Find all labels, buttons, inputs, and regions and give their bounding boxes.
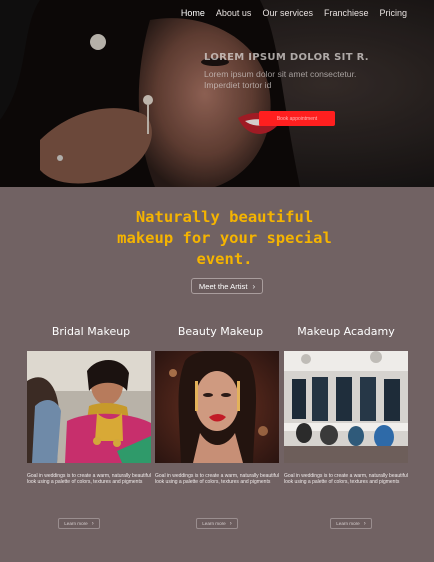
makeup-academy-photo	[284, 351, 408, 463]
chevron-right-icon: ›	[252, 281, 256, 291]
chevron-right-icon: ›	[229, 520, 232, 527]
book-appointment-button[interactable]: Book appointment	[259, 111, 335, 126]
page-headline: Naturally beautiful makeup for your spec…	[117, 208, 332, 268]
service-title-bridal: Bridal Makeup	[51, 325, 131, 338]
meet-the-artist-button[interactable]: Meet the Artist ›	[191, 278, 263, 294]
bridal-makeup-photo	[27, 351, 151, 463]
top-navigation: Home About us Our services Franchiese Pr…	[170, 8, 407, 18]
chevron-right-icon: ›	[91, 520, 94, 527]
hero-banner: Home About us Our services Franchiese Pr…	[0, 0, 434, 187]
service-description-academy: Goal in weddings is to create a warm, na…	[284, 473, 408, 485]
learn-more-button-bridal[interactable]: Learn more ›	[58, 518, 100, 529]
hero-subtitle: Lorem ipsum dolor sit amet consectetur. …	[204, 69, 357, 90]
meet-the-artist-label: Meet the Artist	[198, 281, 248, 291]
nav-about-us[interactable]: About us	[216, 8, 252, 18]
nav-our-services[interactable]: Our services	[262, 8, 313, 18]
hero-overlay	[0, 0, 434, 187]
hero-title: LOREM IPSUM DOLOR SIT R.	[204, 52, 369, 63]
learn-more-button-academy[interactable]: Learn more ›	[330, 518, 372, 529]
learn-more-button-beauty[interactable]: Learn more ›	[196, 518, 238, 529]
learn-more-label: Learn more	[202, 521, 226, 526]
service-title-beauty: Beauty Makeup	[177, 325, 264, 338]
nav-pricing[interactable]: Pricing	[379, 8, 407, 18]
service-description-bridal: Goal in weddings is to create a warm, na…	[27, 473, 151, 485]
learn-more-label: Learn more	[336, 521, 360, 526]
nav-home[interactable]: Home	[181, 8, 205, 18]
service-title-academy: Makeup Acadamy	[297, 325, 395, 338]
chevron-right-icon: ›	[363, 520, 366, 527]
service-description-beauty: Goal in weddings is to create a warm, na…	[155, 473, 279, 485]
learn-more-label: Learn more	[64, 521, 88, 526]
nav-franchiese[interactable]: Franchiese	[324, 8, 369, 18]
beauty-makeup-photo	[155, 351, 279, 463]
